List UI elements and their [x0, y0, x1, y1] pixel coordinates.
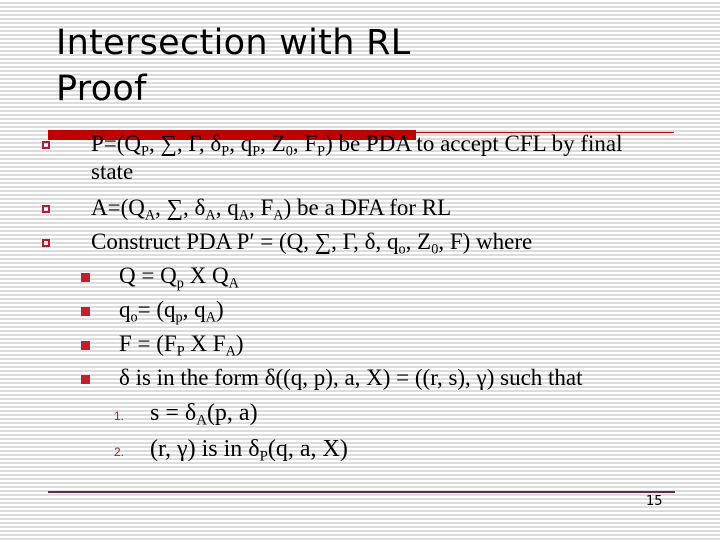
text-segment: δ is in the form δ((q, p), a, X) = ((r, …: [119, 365, 583, 390]
subscript: A: [196, 412, 207, 429]
bullet-text: Construct PDA P′ = (Q, ∑, Γ, δ, qo, Z0, …: [91, 229, 533, 258]
text-segment: (r, γ) is in δ: [150, 436, 260, 462]
list-number: 1.: [114, 409, 125, 423]
filled-square-bullet-icon: [81, 273, 90, 282]
bullet-text: s = δA(p, a): [150, 400, 258, 429]
hollow-square-bullet-icon: [42, 141, 50, 149]
hollow-square-bullet-icon: [42, 205, 50, 213]
text-segment: A=(Q: [91, 195, 145, 220]
hollow-square-bullet-icon: [42, 239, 50, 247]
text-segment: , ∑, δ: [155, 195, 206, 220]
text-segment: , Z: [405, 229, 432, 254]
text-segment: ): [235, 331, 244, 356]
filled-square-bullet-icon: [81, 341, 90, 350]
bullet-text-continuation: state: [91, 159, 134, 184]
subscript: A: [238, 207, 249, 224]
footer-divider: [48, 491, 675, 493]
bullet-text: qo= (qp, qA): [119, 297, 224, 326]
subscript: A: [205, 207, 216, 224]
title-line-2: Proof: [56, 69, 147, 109]
list-number: 2.: [114, 445, 125, 459]
text-segment: ) be PDA to accept CFL by final: [325, 131, 623, 156]
subscript: o: [130, 309, 138, 326]
subscript: A: [273, 207, 284, 224]
text-segment: , ∑, Γ, δ: [148, 131, 222, 156]
page-number: 15: [646, 494, 663, 509]
subscript: P: [317, 143, 326, 160]
text-segment: q: [119, 297, 131, 322]
text-segment: X Q: [183, 263, 229, 288]
text-segment: , F) where: [438, 229, 533, 254]
text-segment: , q: [215, 195, 239, 220]
text-segment: ) be a DFA for RL: [283, 195, 452, 220]
subscript: P: [176, 343, 185, 360]
text-segment: s = δ: [150, 400, 197, 426]
text-segment: F = (F: [119, 331, 177, 356]
text-segment: = (q: [137, 297, 176, 322]
slide-title: Intersection with RL Proof: [56, 20, 411, 112]
subscript: A: [228, 275, 239, 292]
text-segment: , F: [248, 195, 274, 220]
subscript: p: [176, 275, 184, 292]
text-segment: P=(Q: [91, 131, 142, 156]
subscript: A: [225, 343, 236, 360]
bullet-text: Q = Qp X QA: [119, 263, 239, 292]
subscript: P: [259, 448, 268, 465]
subscript: P: [221, 143, 230, 160]
subscript: A: [205, 309, 216, 326]
subscript: A: [144, 207, 156, 224]
text-segment: , F: [292, 131, 318, 156]
text-segment: , Z: [260, 131, 286, 156]
subscript: o: [398, 241, 406, 258]
bullet-text: A=(QA, ∑, δA, qA, FA) be a DFA for RL: [91, 195, 452, 224]
title-line-1: Intersection with RL: [56, 23, 411, 63]
text-segment: , q: [182, 297, 206, 322]
text-segment: Construct PDA P′ = (Q, ∑, Γ, δ, q: [91, 229, 399, 254]
text-segment: , q: [229, 131, 253, 156]
bullet-text: (r, γ) is in δP(q, a, X): [150, 436, 348, 465]
subscript: P: [252, 143, 261, 160]
subscript: 0: [285, 143, 293, 160]
text-segment: ): [215, 297, 224, 322]
bullet-text: F = (FP X FA): [119, 331, 244, 360]
bullet-text: P=(QP, ∑, Γ, δP, qP, Z0, FP) be PDA to a…: [91, 131, 623, 160]
text-segment: (q, a, X): [267, 436, 348, 462]
filled-square-bullet-icon: [81, 307, 90, 316]
subscript: P: [141, 143, 149, 160]
text-segment: (p, a): [206, 400, 258, 426]
text-segment: Q = Q: [119, 263, 177, 288]
text-segment: X F: [184, 331, 226, 356]
filled-square-bullet-icon: [81, 375, 90, 384]
bullet-text: δ is in the form δ((q, p), a, X) = ((r, …: [119, 365, 583, 391]
subscript: p: [175, 309, 183, 326]
